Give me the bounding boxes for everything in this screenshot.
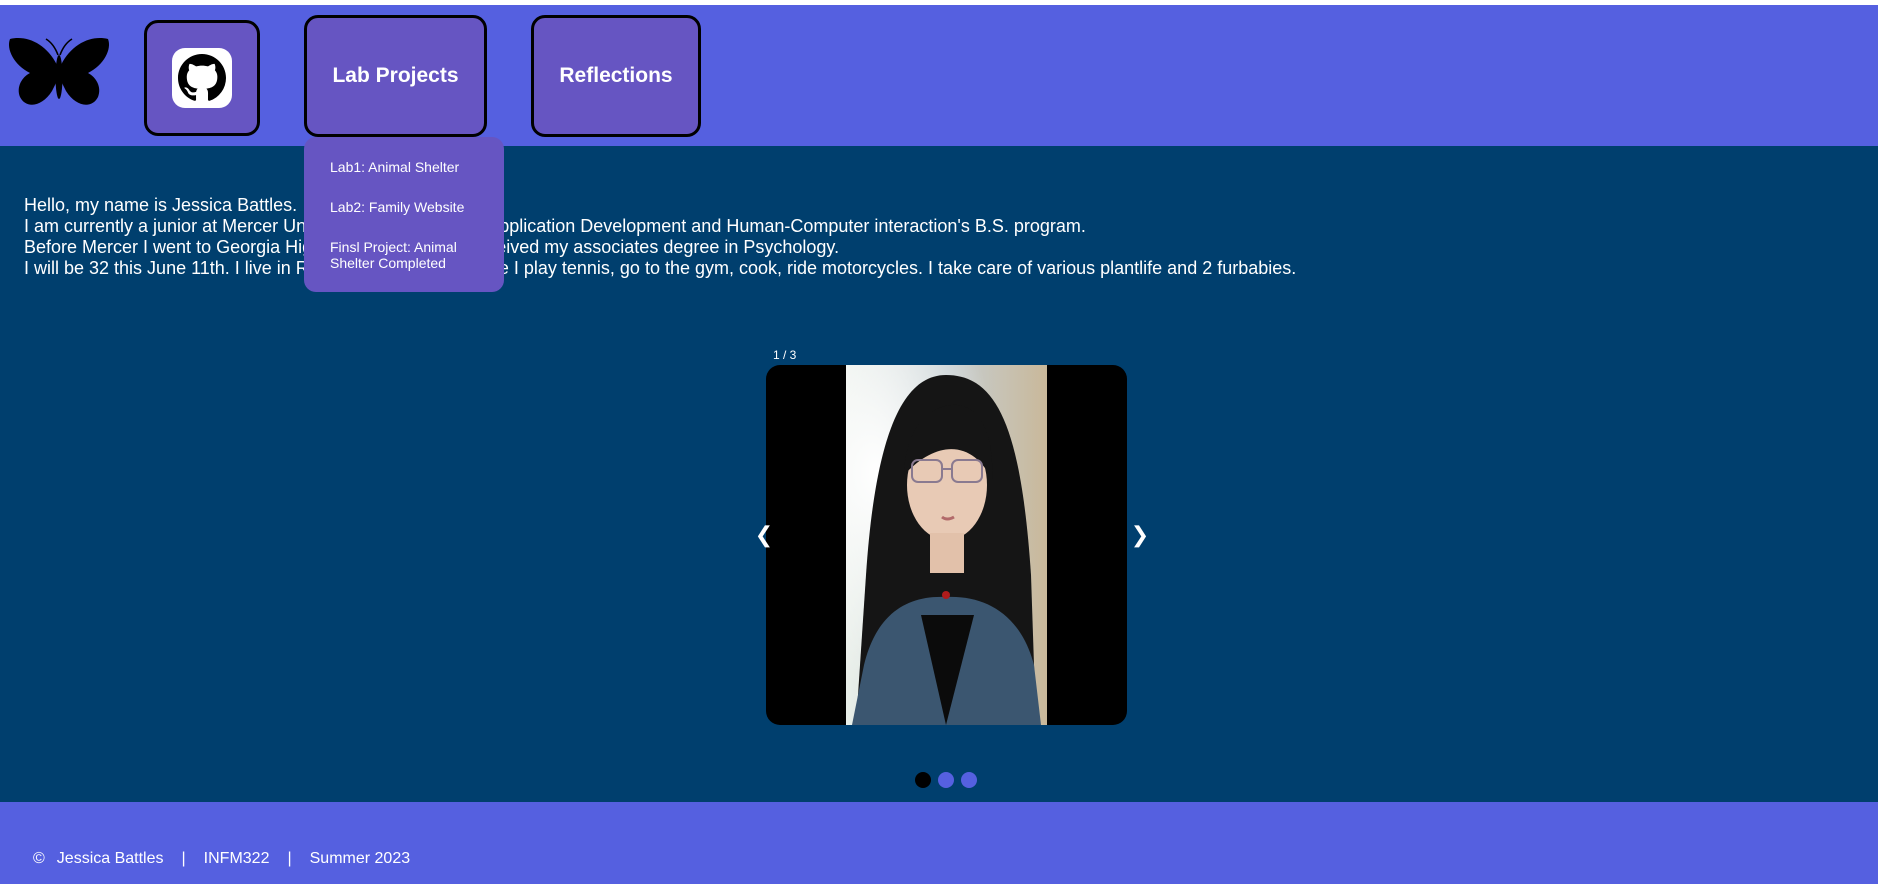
slide-dot[interactable] <box>961 772 977 788</box>
site-header: Lab Projects Reflections <box>0 5 1878 146</box>
footer-term: Summer 2023 <box>309 850 411 867</box>
intro-text: Hello, my name is Jessica Battles. I am … <box>24 195 1854 279</box>
slide-dot[interactable] <box>938 772 954 788</box>
github-link[interactable] <box>144 20 260 136</box>
prev-slide-button[interactable]: ❮ <box>754 522 774 548</box>
slide-counter: 1 / 3 <box>773 348 797 362</box>
nav-reflections[interactable]: Reflections <box>531 15 701 137</box>
lab-projects-dropdown: Lab1: Animal Shelter Lab2: Family Websit… <box>304 137 504 292</box>
github-badge <box>172 48 232 108</box>
profile-photo <box>846 365 1047 725</box>
nav-reflections-label: Reflections <box>559 64 673 87</box>
slideshow-frame <box>766 365 1127 725</box>
copyright-symbol: © <box>33 850 45 867</box>
intro-line: Before Mercer I went to Georgia Highland… <box>24 237 840 257</box>
footer-text: © Jessica Battles | INFM322 | Summer 202… <box>33 850 410 868</box>
footer-course: INFM322 <box>203 850 270 867</box>
intro-line: Hello, my name is Jessica Battles. <box>24 195 298 215</box>
github-icon <box>178 54 226 101</box>
footer-separator: | <box>287 850 292 867</box>
dropdown-item-lab2[interactable]: Lab2: Family Website <box>304 199 504 215</box>
nav-lab-projects[interactable]: Lab Projects <box>304 15 487 137</box>
footer-separator: | <box>181 850 186 867</box>
butterfly-icon[interactable] <box>6 35 112 111</box>
next-slide-button[interactable]: ❯ <box>1130 522 1150 548</box>
intro-line: I am currently a junior at Mercer Univer… <box>24 216 1086 236</box>
slide-indicators <box>915 772 977 788</box>
slide-dot[interactable] <box>915 772 931 788</box>
nav-lab-projects-label: Lab Projects <box>332 64 459 87</box>
dropdown-item-lab1[interactable]: Lab1: Animal Shelter <box>304 159 504 175</box>
footer-name: Jessica Battles <box>56 850 164 867</box>
intro-line: I will be 32 this June 11th. I live in R… <box>24 258 1297 278</box>
site-footer: © Jessica Battles | INFM322 | Summer 202… <box>0 802 1878 884</box>
dropdown-item-final-project[interactable]: Finsl Project: Animal Shelter Completed <box>304 239 504 271</box>
